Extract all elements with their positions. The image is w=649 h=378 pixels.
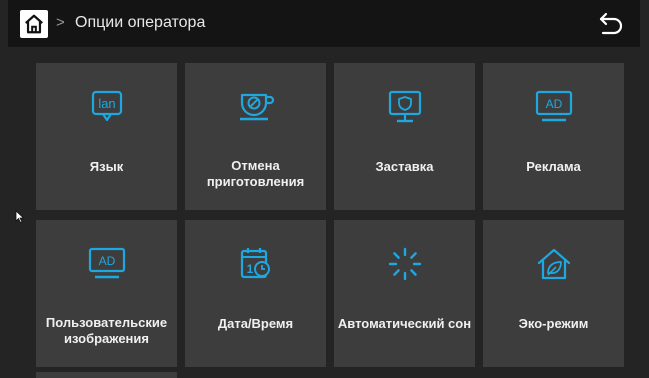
- tile-label: Дата/Время: [217, 316, 294, 331]
- tile-label: Реклама: [526, 159, 581, 174]
- tile-label: Автоматический сон: [337, 316, 472, 331]
- screensaver-monitor-icon: [388, 90, 421, 123]
- page-title: Опции оператора: [75, 14, 206, 31]
- tile-label: Эко-режим: [518, 316, 589, 331]
- calendar-clock-icon: 1: [240, 248, 270, 279]
- eco-house-leaf-icon: [537, 248, 570, 280]
- tile-date-time[interactable]: 1 Дата/Время: [185, 220, 326, 367]
- tile-screensaver[interactable]: Заставка: [334, 63, 475, 210]
- ad-monitor-icon: AD: [535, 90, 572, 122]
- language-lan-icon: lan: [91, 90, 122, 122]
- home-button[interactable]: [20, 10, 48, 38]
- tile-label: Заставка: [375, 159, 434, 174]
- tile-label: Пользовательские изображения: [45, 315, 168, 346]
- tile-label: Отмена приготовления: [206, 158, 305, 189]
- next-row-tile-edge: [36, 372, 177, 378]
- tile-auto-sleep[interactable]: Автоматический сон: [334, 220, 475, 367]
- breadcrumb-separator: >: [56, 14, 65, 31]
- svg-text:1: 1: [246, 262, 253, 276]
- tile-advertising[interactable]: AD Реклама: [483, 63, 624, 210]
- back-button[interactable]: [596, 10, 626, 38]
- tile-custom-images[interactable]: AD Пользовательские изображения: [36, 220, 177, 367]
- ad-monitor-icon: AD: [88, 247, 125, 279]
- tile-cancel-cooking[interactable]: Отмена приготовления: [185, 63, 326, 210]
- tile-eco-mode[interactable]: Эко-режим: [483, 220, 624, 367]
- cancel-cup-icon: [239, 93, 274, 121]
- back-arrow-icon: [599, 12, 623, 35]
- tile-language[interactable]: lan Язык: [36, 63, 177, 210]
- top-bar: > Опции оператора: [8, 0, 640, 47]
- svg-text:lan: lan: [98, 96, 115, 111]
- mouse-cursor-icon: [15, 210, 25, 224]
- tile-label: Язык: [89, 159, 124, 174]
- svg-text:AD: AD: [98, 254, 115, 268]
- loading-spinner-icon: [388, 247, 421, 281]
- home-icon: [25, 14, 43, 34]
- svg-text:AD: AD: [545, 97, 562, 111]
